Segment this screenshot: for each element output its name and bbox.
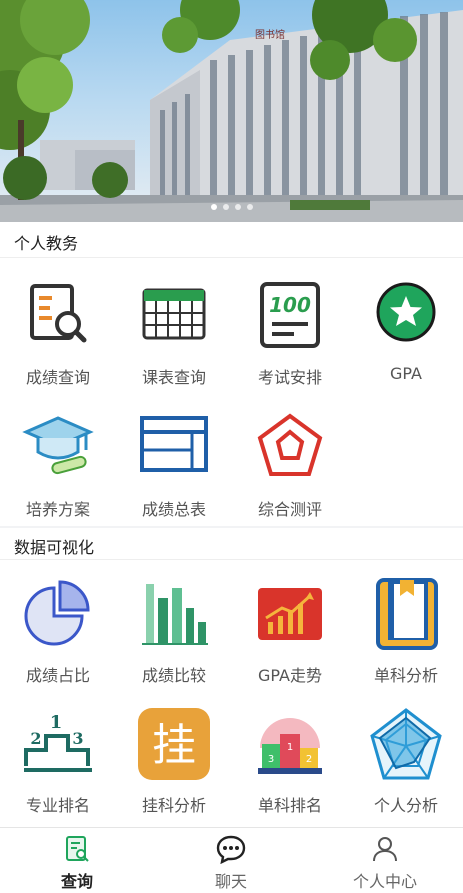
- gpa-trend-button[interactable]: GPA走势: [232, 578, 348, 706]
- building-sign: 图书馆: [255, 28, 285, 41]
- item-label: 成绩占比: [25, 666, 90, 685]
- timetable-icon: [142, 288, 206, 340]
- item-label: 考试安排: [257, 368, 322, 387]
- tab-profile[interactable]: 个人中心: [308, 828, 462, 893]
- section-visual-header: 数据可视化: [0, 528, 463, 560]
- subject-analysis-button[interactable]: 单科分析: [348, 578, 463, 706]
- item-label: 单科分析: [373, 666, 438, 685]
- report-search-icon: [30, 284, 87, 343]
- exam-schedule-button[interactable]: 100 考试安排: [232, 280, 348, 408]
- item-label: 成绩查询: [25, 368, 90, 387]
- radar-chart-icon: [370, 708, 442, 780]
- svg-text:1: 1: [287, 742, 293, 753]
- podium-icon: 1 2 3: [24, 712, 92, 772]
- item-label: 成绩总表: [141, 500, 206, 519]
- gua-character-icon: 挂: [138, 708, 210, 780]
- tab-query[interactable]: 查询: [0, 828, 154, 893]
- star-badge-icon: [376, 282, 436, 342]
- major-ranking-button[interactable]: 1 2 3 专业排名: [0, 708, 116, 836]
- bar-chart-icon: [142, 584, 208, 645]
- grade-table-icon: [140, 416, 208, 472]
- grade-compare-button[interactable]: 成绩比较: [116, 578, 232, 706]
- book-icon: [376, 578, 438, 650]
- carousel-dot[interactable]: [246, 204, 253, 210]
- svg-text:3: 3: [72, 729, 83, 748]
- item-label: GPA: [390, 364, 422, 383]
- tab-label: 个人中心: [352, 872, 417, 891]
- section-title: 个人教务: [14, 234, 79, 253]
- grade-query-button[interactable]: 成绩查询: [0, 280, 116, 408]
- comprehensive-eval-button[interactable]: 综合测评: [232, 412, 348, 540]
- tab-label: 聊天: [214, 872, 247, 891]
- timetable-query-button[interactable]: 课表查询: [116, 280, 232, 408]
- personal-analysis-button[interactable]: 个人分析: [348, 708, 463, 836]
- carousel-dot[interactable]: [222, 204, 229, 210]
- chat-icon: [216, 835, 246, 864]
- item-label: 单科排名: [257, 796, 322, 815]
- section-personal-header: 个人教务: [0, 222, 463, 258]
- svg-text:2: 2: [30, 729, 41, 748]
- subject-ranking-button[interactable]: 1 3 2 单科排名: [232, 708, 348, 836]
- grade-ratio-button[interactable]: 成绩占比: [0, 578, 116, 706]
- campus-banner[interactable]: 图书馆: [0, 0, 463, 222]
- exam-100-icon: 100: [260, 282, 320, 348]
- trend-chart-icon: [258, 588, 322, 640]
- item-label: 个人分析: [373, 796, 438, 815]
- item-label: 成绩比较: [141, 666, 206, 685]
- grade-summary-button[interactable]: 成绩总表: [116, 412, 232, 540]
- pentagon-icon: [257, 413, 323, 476]
- item-label: 专业排名: [25, 796, 90, 815]
- tab-chat[interactable]: 聊天: [154, 828, 308, 893]
- campus-building-image: 图书馆: [0, 0, 463, 222]
- svg-text:100: 100: [269, 293, 311, 317]
- svg-text:2: 2: [306, 754, 312, 765]
- podium-color-icon: 1 3 2: [258, 718, 322, 774]
- item-label: 挂科分析: [141, 796, 206, 815]
- item-label: 培养方案: [25, 500, 90, 519]
- item-label: 课表查询: [141, 368, 206, 387]
- query-icon: [66, 836, 89, 862]
- item-label: GPA走势: [258, 666, 322, 685]
- carousel-dots[interactable]: [0, 204, 463, 210]
- svg-text:挂: 挂: [152, 720, 196, 771]
- tab-label: 查询: [60, 872, 93, 891]
- person-icon: [373, 837, 397, 862]
- svg-text:3: 3: [268, 754, 274, 765]
- svg-text:1: 1: [50, 712, 63, 733]
- carousel-dot[interactable]: [210, 204, 217, 210]
- section-title: 数据可视化: [14, 538, 95, 557]
- failed-analysis-button[interactable]: 挂 挂科分析: [116, 708, 232, 836]
- item-label: 综合测评: [257, 500, 322, 519]
- training-plan-button[interactable]: 培养方案: [0, 412, 116, 540]
- bottom-tab-bar: 查询 聊天 个人中心: [0, 827, 463, 893]
- gpa-button[interactable]: GPA: [348, 280, 463, 408]
- pie-chart-icon: [24, 580, 90, 646]
- graduation-cap-icon: [22, 416, 94, 475]
- carousel-dot[interactable]: [234, 204, 241, 210]
